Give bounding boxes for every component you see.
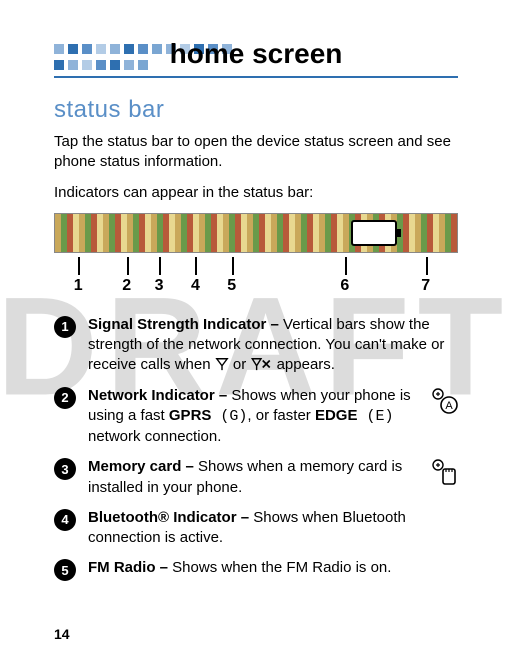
page-number: 14	[54, 626, 70, 642]
item-text: Signal Strength Indicator – Vertical bar…	[88, 315, 458, 376]
item-text: Memory card – Shows when a memory card i…	[88, 457, 458, 498]
item-number-badge: 3	[54, 458, 76, 480]
section-heading: status bar	[54, 96, 458, 124]
battery-icon	[351, 220, 397, 246]
status-bar-illustration	[54, 213, 458, 253]
list-item: 5 FM Radio – Shows when the FM Radio is …	[54, 558, 458, 581]
item-number-badge: 5	[54, 559, 76, 581]
list-item: 3 Memory card – Shows when a memory card…	[54, 457, 458, 498]
item-number-badge: 1	[54, 316, 76, 338]
list-item: 2 Network Indicator – Shows when your ph…	[54, 386, 458, 448]
tick-label: 5	[227, 277, 236, 295]
antenna-icon	[215, 355, 229, 375]
item-title: FM Radio –	[88, 559, 172, 576]
svg-text:A: A	[445, 400, 453, 412]
item-title: Bluetooth® Indicator –	[88, 509, 253, 526]
tick-label: 1	[74, 277, 83, 295]
indicator-list: 1 Signal Strength Indicator – Vertical b…	[54, 315, 458, 582]
antenna-x-icon	[250, 355, 272, 375]
item-title: Network Indicator –	[88, 387, 231, 404]
callout-ticks: 1 2 3 4 5 6 7	[54, 257, 458, 301]
list-item: 1 Signal Strength Indicator – Vertical b…	[54, 315, 458, 376]
tick-label: 4	[191, 277, 200, 295]
title-underline	[54, 76, 458, 78]
tick-label: 3	[155, 277, 164, 295]
tick-label: 2	[122, 277, 131, 295]
tick-label: 6	[340, 277, 349, 295]
item-title: Signal Strength Indicator –	[88, 316, 283, 333]
page-title: home screen	[54, 38, 458, 70]
tick-label: 7	[421, 277, 430, 295]
item-text: FM Radio – Shows when the FM Radio is on…	[88, 558, 458, 581]
memory-card-side-icon	[430, 457, 460, 492]
item-text: Bluetooth® Indicator – Shows when Blueto…	[88, 508, 458, 549]
intro-paragraph-2: Indicators can appear in the status bar:	[54, 183, 458, 203]
item-title: Memory card –	[88, 458, 198, 475]
network-side-icon: A	[430, 386, 460, 421]
item-number-badge: 2	[54, 387, 76, 409]
intro-paragraph-1: Tap the status bar to open the device st…	[54, 132, 458, 173]
item-text: Network Indicator – Shows when your phon…	[88, 386, 458, 448]
list-item: 4 Bluetooth® Indicator – Shows when Blue…	[54, 508, 458, 549]
item-number-badge: 4	[54, 509, 76, 531]
